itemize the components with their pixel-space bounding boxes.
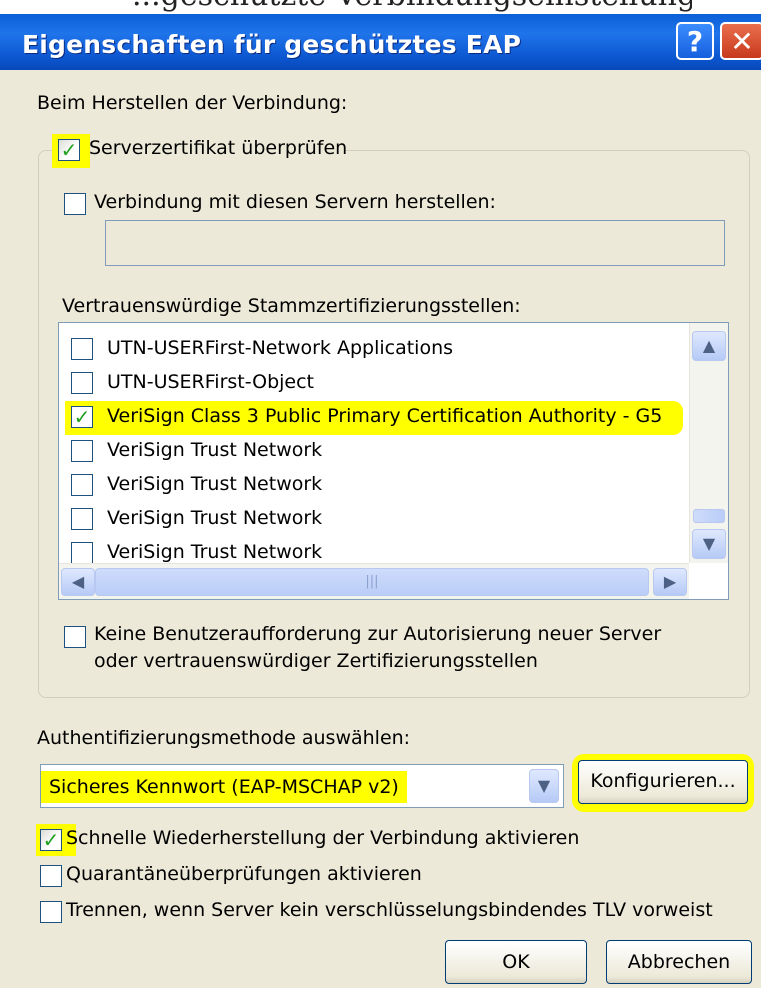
list-item[interactable]: VeriSign Trust Network xyxy=(59,503,689,537)
list-item[interactable]: ✓ VeriSign Class 3 Public Primary Certif… xyxy=(59,401,689,435)
ca-checkbox[interactable] xyxy=(71,542,93,563)
quarantine-checkbox[interactable] xyxy=(40,865,62,887)
no-prompt-label-line1: Keine Benutzeraufforderung zur Autorisie… xyxy=(94,623,662,645)
scroll-left-icon[interactable]: ◀ xyxy=(61,568,95,596)
auth-method-select[interactable]: Sicheres Kennwort (EAP-MSCHAP v2) ▼ xyxy=(40,764,564,808)
close-button[interactable]: ✕ xyxy=(720,22,761,60)
title-bar: Eigenschaften für geschütztes EAP ? ✕ xyxy=(0,14,761,70)
quarantine-label: Quarantäneüberprüfungen aktivieren xyxy=(66,863,422,885)
ca-checkbox[interactable] xyxy=(71,440,93,462)
fast-reconnect-checkbox[interactable]: ✓ xyxy=(40,829,62,851)
ca-checkbox[interactable] xyxy=(71,372,93,394)
list-item[interactable]: UTN-USERFirst-Network Applications xyxy=(59,333,689,367)
vertical-scroll-thumb[interactable] xyxy=(693,509,725,523)
ca-checkbox[interactable] xyxy=(71,338,93,360)
list-item[interactable]: VeriSign Trust Network xyxy=(59,469,689,503)
scroll-right-icon[interactable]: ▶ xyxy=(653,568,687,596)
no-prompt-label-line2: oder vertrauenswürdiger Zertifizierungss… xyxy=(94,650,538,672)
scroll-down-icon[interactable]: ▼ xyxy=(692,529,726,559)
ca-checkbox[interactable] xyxy=(71,474,93,496)
ca-name: UTN-USERFirst-Object xyxy=(107,371,315,393)
trusted-ca-list[interactable]: UTN-USERFirst-Network Applications UTN-U… xyxy=(58,322,729,600)
connect-servers-checkbox[interactable] xyxy=(64,193,86,215)
disconnect-tlv-label: Trennen, wenn Server kein verschlüsselun… xyxy=(66,899,713,921)
verify-cert-checkbox[interactable]: ✓ xyxy=(58,139,80,161)
configure-button[interactable]: Konfigurieren... xyxy=(578,760,748,804)
ca-name: VeriSign Class 3 Public Primary Certific… xyxy=(107,405,663,427)
trusted-ca-label: Vertrauenswürdige Stammzertifizierungsst… xyxy=(62,295,521,317)
connect-servers-label: Verbindung mit diesen Servern herstellen… xyxy=(94,191,496,213)
auth-method-label: Authentifizierungsmethode auswählen: xyxy=(37,727,411,749)
ca-name: VeriSign Trust Network xyxy=(107,507,323,529)
list-item[interactable]: VeriSign Trust Network xyxy=(59,537,689,563)
list-item[interactable]: VeriSign Trust Network xyxy=(59,435,689,469)
chevron-down-icon[interactable]: ▼ xyxy=(529,769,559,803)
fast-reconnect-label: Schnelle Wiederherstellung der Verbindun… xyxy=(66,827,580,849)
ca-checkbox[interactable]: ✓ xyxy=(71,406,93,428)
ca-name: UTN-USERFirst-Network Applications xyxy=(107,337,454,359)
no-prompt-checkbox[interactable] xyxy=(64,626,86,648)
ca-name: VeriSign Trust Network xyxy=(107,541,323,563)
horizontal-scroll-thumb[interactable]: ||| xyxy=(95,568,649,596)
dialog-body: Beim Herstellen der Verbindung: ✓ Server… xyxy=(0,70,761,988)
cancel-button[interactable]: Abbrechen xyxy=(606,940,752,984)
help-button[interactable]: ? xyxy=(676,22,714,60)
ca-name: VeriSign Trust Network xyxy=(107,439,323,461)
vertical-scrollbar[interactable]: ▲ ▼ xyxy=(689,323,728,563)
disconnect-tlv-checkbox[interactable] xyxy=(40,901,62,923)
ca-name: VeriSign Trust Network xyxy=(107,473,323,495)
list-item[interactable]: UTN-USERFirst-Object xyxy=(59,367,689,401)
verify-cert-label: Serverzertifikat überprüfen xyxy=(89,137,348,159)
scroll-up-icon[interactable]: ▲ xyxy=(692,331,726,361)
server-names-input[interactable] xyxy=(105,220,725,266)
horizontal-scrollbar[interactable]: ◀ ||| ▶ xyxy=(59,563,689,599)
auth-method-value: Sicheres Kennwort (EAP-MSCHAP v2) xyxy=(41,771,407,803)
ok-button[interactable]: OK xyxy=(445,940,587,984)
connect-section-label: Beim Herstellen der Verbindung: xyxy=(37,92,348,114)
window-title: Eigenschaften für geschütztes EAP xyxy=(22,30,522,59)
ca-checkbox[interactable] xyxy=(71,508,93,530)
